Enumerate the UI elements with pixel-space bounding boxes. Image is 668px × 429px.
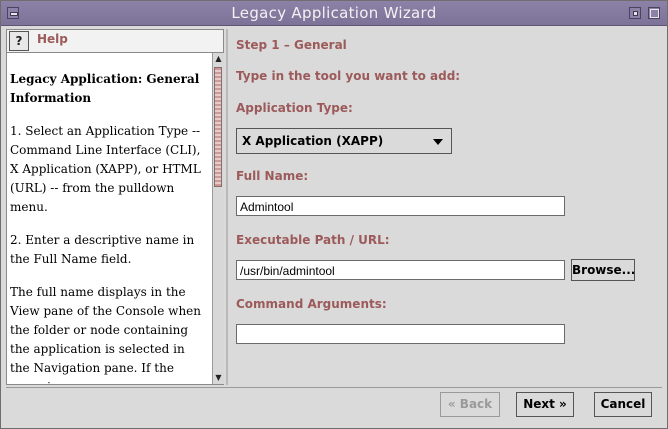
step-title: Step 1 – General	[236, 38, 347, 52]
help-icon[interactable]: ?	[9, 31, 29, 51]
window-title: Legacy Application Wizard	[231, 4, 437, 22]
help-title: Help	[37, 32, 68, 46]
next-button[interactable]: Next »	[516, 392, 574, 417]
chevron-left-icon: «	[447, 397, 456, 411]
help-scrollbar[interactable]: ▲ ▼	[212, 53, 224, 384]
help-paragraph: 2. Enter a descriptive name in the Full …	[10, 233, 195, 266]
back-button-label: Back	[459, 397, 493, 411]
scroll-thumb[interactable]	[214, 67, 222, 187]
full-name-label: Full Name:	[236, 169, 309, 183]
footer-divider	[6, 387, 662, 388]
application-type-select[interactable]: X Application (XAPP)	[236, 128, 452, 154]
cancel-button[interactable]: Cancel	[594, 392, 652, 417]
help-header: ? Help	[7, 30, 223, 53]
wizard-window: Legacy Application Wizard ? Help Legacy …	[0, 0, 668, 429]
help-paragraph: The full name displays in the View pane …	[10, 285, 202, 384]
chevron-down-icon	[433, 139, 443, 145]
next-button-label: Next	[523, 397, 555, 411]
full-name-input[interactable]	[236, 196, 565, 216]
minimize-icon[interactable]	[629, 7, 641, 19]
help-text: Legacy Application: General Information …	[7, 54, 211, 384]
title-bar[interactable]: Legacy Application Wizard	[1, 1, 667, 26]
browse-button[interactable]: Browse...	[571, 259, 635, 281]
chevron-right-icon: »	[559, 397, 567, 411]
scroll-up-icon[interactable]: ▲	[213, 53, 224, 65]
application-type-label: Application Type:	[236, 101, 353, 115]
application-type-value: X Application (XAPP)	[242, 134, 384, 148]
command-arguments-input[interactable]	[236, 324, 565, 344]
instruction-text: Type in the tool you want to add:	[236, 69, 461, 83]
pane-divider[interactable]	[226, 29, 228, 385]
help-paragraph: 1. Select an Application Type -- Command…	[10, 124, 201, 214]
back-button[interactable]: « Back	[440, 392, 500, 417]
help-pane: ? Help Legacy Application: General Infor…	[6, 29, 224, 385]
scroll-down-icon[interactable]: ▼	[213, 372, 224, 384]
executable-path-label: Executable Path / URL:	[236, 233, 390, 247]
help-heading: Legacy Application: General Information	[10, 72, 200, 105]
executable-path-input[interactable]	[236, 260, 565, 280]
command-arguments-label: Command Arguments:	[236, 297, 387, 311]
maximize-icon[interactable]	[648, 7, 660, 19]
